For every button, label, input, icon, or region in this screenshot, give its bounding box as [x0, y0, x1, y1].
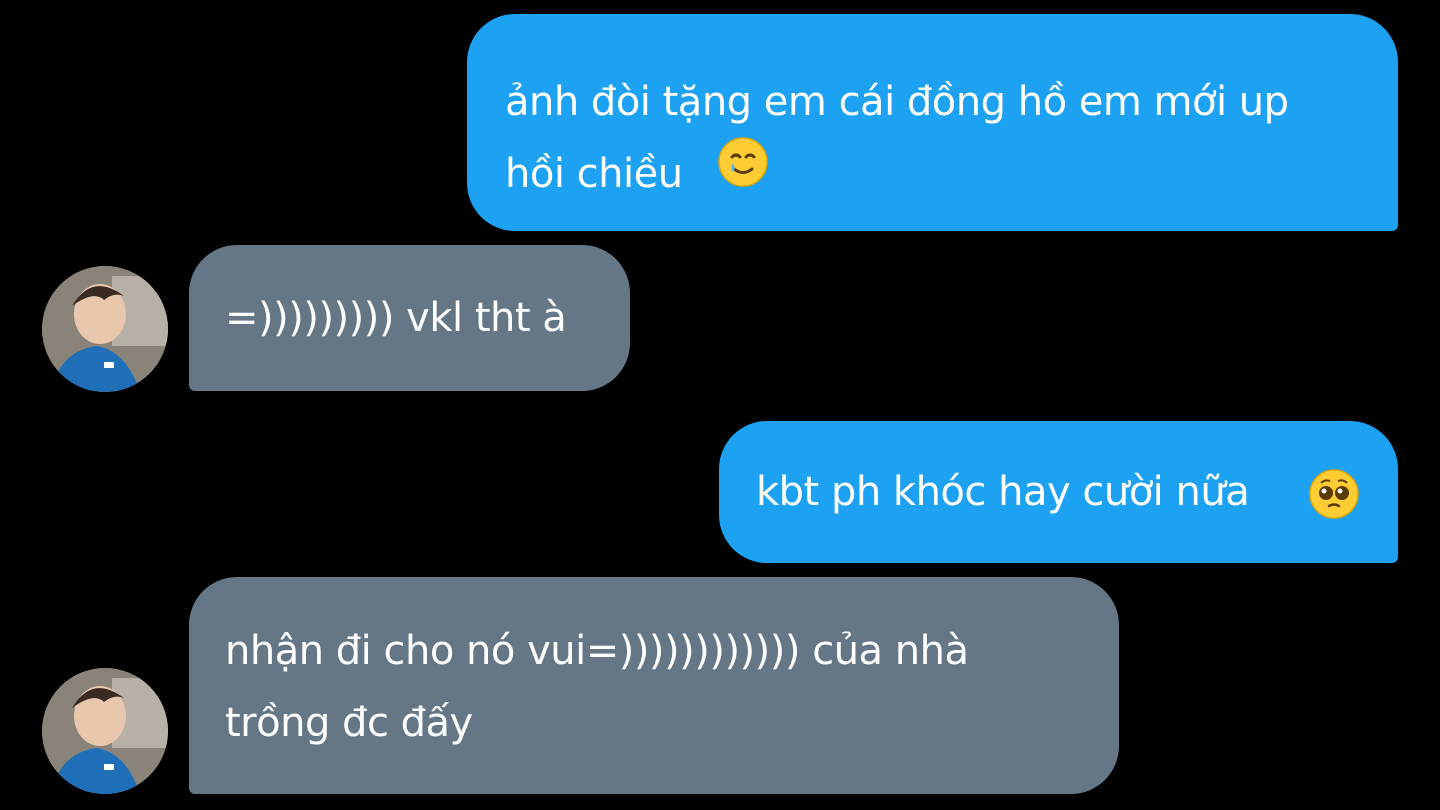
avatar[interactable]: [42, 266, 168, 392]
message-bubble-outgoing[interactable]: ảnh đòi tặng em cái đồng hồ em mới up hồ…: [467, 14, 1398, 231]
message-bubble-incoming[interactable]: =))))))))) vkl tht à: [189, 245, 630, 391]
avatar[interactable]: [42, 668, 168, 794]
message-text: ảnh đòi tặng em cái đồng hồ em mới up hồ…: [505, 79, 1289, 197]
smiling-face-with-tear-icon: [717, 136, 769, 211]
pleading-face-icon: [1308, 468, 1360, 543]
message-text: =))))))))) vkl tht à: [225, 295, 567, 341]
message-bubble-incoming[interactable]: nhận đi cho nó vui=)))))))))))) của nhà …: [189, 577, 1119, 794]
message-text: nhận đi cho nó vui=)))))))))))) của nhà …: [225, 628, 969, 746]
message-text: kbt ph khóc hay cười nữa: [756, 469, 1250, 515]
message-bubble-outgoing[interactable]: kbt ph khóc hay cười nữa: [719, 421, 1398, 563]
